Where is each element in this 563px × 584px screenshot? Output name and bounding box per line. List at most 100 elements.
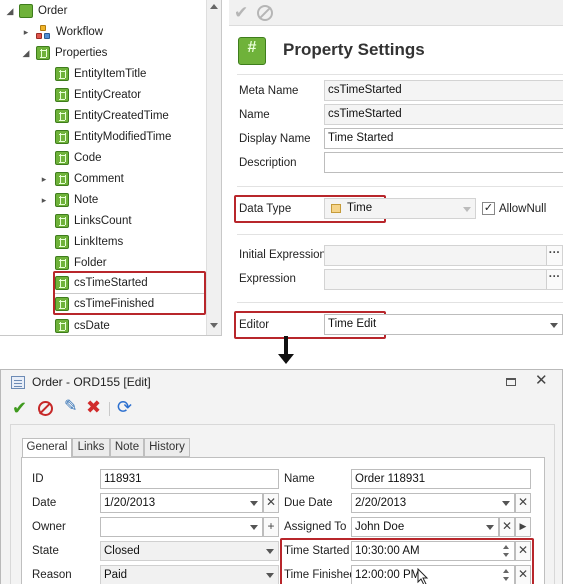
ellipsis-button[interactable]: ···	[546, 246, 562, 265]
expand-chevron-icon[interactable]: ▸	[21, 27, 31, 37]
tree-item-entitycreatedtime[interactable]: EntityCreatedTime	[55, 106, 169, 126]
meta-name-field[interactable]: csTimeStarted	[324, 80, 563, 101]
property-icon	[55, 319, 69, 333]
clear-due-date-button[interactable]: ✕	[515, 493, 531, 513]
initial-expression-field[interactable]: ···	[324, 245, 563, 266]
tree-item-comment[interactable]: Comment	[55, 169, 124, 189]
tree-item-properties[interactable]: Properties	[36, 43, 107, 63]
scroll-down-icon[interactable]	[210, 323, 218, 328]
tab-general[interactable]: General	[22, 438, 72, 458]
delete-icon[interactable]: ✖	[86, 397, 101, 417]
save-icon[interactable]: ✔	[12, 399, 27, 417]
property-icon	[55, 151, 69, 165]
expand-chevron-icon[interactable]: ▸	[39, 174, 49, 184]
expand-chevron-icon[interactable]: ▸	[39, 195, 49, 205]
tab-links[interactable]: Links	[72, 438, 110, 457]
time-finished-field[interactable]: 12:00:00 PM	[351, 565, 515, 584]
display-name-label: Display Name	[239, 133, 311, 145]
assigned-to-field[interactable]: John Doe	[351, 517, 499, 537]
property-settings-icon	[238, 37, 266, 65]
time-type-icon	[331, 204, 341, 213]
time-started-field[interactable]: 10:30:00 AM	[351, 541, 515, 561]
tree-scrollbar[interactable]	[206, 0, 221, 335]
date-field[interactable]: 1/20/2013	[100, 493, 263, 513]
tree-item-label: EntityItemTitle	[74, 68, 147, 80]
dropdown-arrow-icon	[502, 501, 510, 506]
collapse-chevron-icon[interactable]: ◢	[5, 6, 15, 16]
open-assigned-to-button[interactable]: ▶	[515, 517, 531, 537]
accept-icon[interactable]: ✔	[234, 4, 248, 22]
clear-date-button[interactable]: ✕	[263, 493, 279, 513]
spin-icon[interactable]	[501, 542, 511, 560]
tree-item-cstimestarted[interactable]: csTimeStarted	[55, 273, 148, 293]
state-field[interactable]: Closed	[100, 541, 279, 561]
close-icon[interactable]: ✕	[535, 373, 548, 389]
tree-item-label: Order	[38, 5, 68, 17]
tree-item-note[interactable]: Note	[55, 190, 98, 210]
down-arrow-icon	[278, 336, 294, 366]
tree-item-cstimefinished[interactable]: csTimeFinished	[55, 294, 154, 314]
owner-field[interactable]	[100, 517, 263, 537]
data-type-label: Data Type	[239, 203, 292, 215]
restore-icon[interactable]	[506, 378, 516, 386]
add-owner-button[interactable]: +	[263, 517, 279, 537]
toolbar-separator	[109, 402, 110, 416]
tree-item-folder[interactable]: Folder	[55, 253, 107, 273]
tree-item-label: EntityCreator	[74, 89, 142, 101]
tree-item-code[interactable]: Code	[55, 148, 102, 168]
name-field[interactable]: Order 118931	[351, 469, 531, 489]
tree-item-workflow[interactable]: Workflow	[36, 22, 103, 42]
clear-time-started-button[interactable]: ✕	[515, 541, 531, 561]
property-icon	[55, 109, 69, 123]
due-date-label: Due Date	[284, 497, 333, 509]
assigned-to-value: John Doe	[355, 521, 405, 533]
ellipsis-button[interactable]: ···	[546, 270, 562, 289]
cancel-icon[interactable]	[38, 401, 53, 416]
tree-item-csdate[interactable]: csDate	[55, 316, 110, 335]
divider	[237, 74, 563, 75]
tree-item-linkscount[interactable]: LinksCount	[55, 211, 132, 231]
meta-name-label: Meta Name	[239, 85, 299, 97]
reason-field[interactable]: Paid	[100, 565, 279, 584]
tree-item-label: Workflow	[56, 26, 104, 38]
spin-icon[interactable]	[501, 566, 511, 584]
editor-select[interactable]: Time Edit	[324, 314, 563, 335]
property-icon	[55, 88, 69, 102]
tree-item-entitymodifiedtime[interactable]: EntityModifiedTime	[55, 127, 171, 147]
date-label: Date	[32, 497, 57, 509]
id-field[interactable]: 118931	[100, 469, 279, 489]
order-edit-window: Order - ORD155 [Edit] ✕ ✔ ✎ ✖ ⟳ General …	[0, 369, 563, 584]
divider	[237, 302, 563, 303]
assigned-to-label: Assigned To	[284, 521, 347, 533]
tree-item-entityitemtitle[interactable]: EntityItemTitle	[55, 64, 146, 84]
data-type-select[interactable]: Time	[324, 198, 476, 219]
due-date-field[interactable]: 2/20/2013	[351, 493, 515, 513]
clear-time-finished-button[interactable]: ✕	[515, 565, 531, 584]
collapse-chevron-icon[interactable]: ◢	[21, 48, 31, 58]
cancel-icon[interactable]	[257, 5, 273, 21]
state-value: Closed	[104, 545, 140, 557]
tree-item-entitycreator[interactable]: EntityCreator	[55, 85, 141, 105]
editor-label: Editor	[239, 319, 270, 331]
tab-history[interactable]: History	[144, 438, 190, 457]
allow-null-checkbox[interactable]: ✓	[482, 202, 495, 215]
property-icon	[55, 67, 69, 81]
workflow-icon	[36, 24, 51, 40]
description-field[interactable]	[324, 152, 563, 173]
display-name-field[interactable]: Time Started	[324, 128, 563, 149]
general-tab-page: ID 118931 Name Order 118931 Date 1/20/20…	[21, 457, 545, 584]
name-field[interactable]: csTimeStarted	[324, 104, 563, 125]
scroll-up-icon[interactable]	[210, 4, 218, 9]
property-icon	[55, 276, 69, 290]
clear-assigned-to-button[interactable]: ✕	[499, 517, 515, 537]
tree-item-order[interactable]: Order	[19, 1, 67, 21]
tree-item-label: Code	[74, 152, 102, 164]
time-finished-label: Time Finished	[284, 569, 356, 581]
tree-item-linkitems[interactable]: LinkItems	[55, 232, 123, 252]
tab-note[interactable]: Note	[110, 438, 144, 457]
order-icon	[19, 4, 33, 18]
expression-field[interactable]: ···	[324, 269, 563, 290]
dropdown-arrow-icon	[266, 549, 274, 554]
refresh-icon[interactable]: ⟳	[117, 397, 132, 417]
edit-icon[interactable]: ✎	[64, 398, 77, 416]
